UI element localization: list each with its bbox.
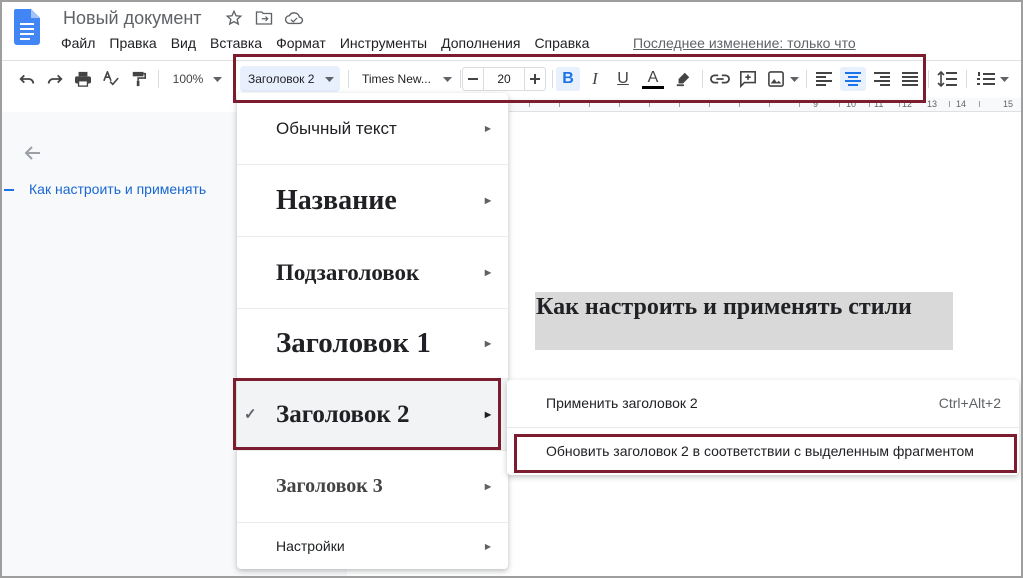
ruler-label: 13 (927, 99, 938, 109)
shortcut-label: Ctrl+Alt+2 (938, 395, 1001, 411)
menu-file[interactable]: Файл (61, 35, 95, 51)
submenu-arrow-icon: ▶ (484, 541, 491, 551)
apply-heading-2-label: Применить заголовок 2 (546, 395, 698, 411)
style-item-label: Название (276, 184, 397, 216)
style-heading-1[interactable]: Заголовок 1 ▶ (237, 309, 508, 379)
submenu-arrow-icon: ▶ (484, 196, 491, 205)
toolbar-highlight-box (233, 54, 926, 103)
style-subtitle[interactable]: Подзаголовок ▶ (237, 237, 508, 309)
line-spacing-icon[interactable] (934, 67, 960, 91)
menu-tools[interactable]: Инструменты (340, 35, 427, 51)
submenu-arrow-icon: ▶ (484, 339, 491, 348)
submenu-arrow-icon: ▶ (484, 124, 491, 133)
style-normal-text[interactable]: Обычный текст ▶ (237, 93, 508, 165)
app-window: Новый документ Файл Правка Вид Вставка Ф… (0, 0, 1023, 578)
style-title[interactable]: Название ▶ (237, 165, 508, 237)
star-icon[interactable] (223, 8, 245, 28)
style-item-label: Настройки (276, 538, 345, 554)
zoom-select[interactable]: 100% (168, 67, 208, 91)
submenu-arrow-icon: ▶ (484, 268, 491, 277)
move-to-folder-icon[interactable] (253, 8, 275, 28)
update-item-highlight-box (514, 434, 1017, 473)
selected-heading-text[interactable]: Как настроить и применять стили (535, 292, 953, 350)
last-edit-link[interactable]: Последнее изменение: только что (633, 35, 856, 51)
back-arrow-icon[interactable] (22, 142, 44, 169)
redo-icon[interactable] (44, 67, 66, 91)
menu-edit[interactable]: Правка (109, 35, 156, 51)
spellcheck-icon[interactable] (100, 67, 122, 91)
ruler-label: 15 (1003, 99, 1014, 109)
menu-help[interactable]: Справка (534, 35, 589, 51)
submenu-arrow-icon: ▶ (484, 482, 491, 491)
numbered-list-icon[interactable] (974, 67, 998, 91)
toolbar-separator (928, 70, 929, 88)
style-item-label: Обычный текст (276, 118, 397, 138)
toolbar-separator (158, 70, 159, 88)
style-item-label: Заголовок 1 (276, 327, 431, 359)
menu-bar: Файл Правка Вид Вставка Формат Инструмен… (61, 35, 603, 51)
undo-icon[interactable] (16, 67, 38, 91)
cloud-saved-icon[interactable] (283, 8, 305, 28)
menu-insert[interactable]: Вставка (210, 35, 262, 51)
ruler-label: 14 (956, 99, 967, 109)
style-heading-3[interactable]: Заголовок 3 ▶ (237, 451, 508, 523)
paint-format-icon[interactable] (128, 67, 150, 91)
paragraph-style-menu: Обычный текст ▶ Название ▶ Подзаголовок … (237, 93, 508, 569)
chevron-down-icon[interactable] (998, 67, 1010, 91)
heading-2-highlight-box (233, 378, 501, 450)
docs-logo-icon[interactable] (14, 9, 40, 45)
outline-item[interactable]: Как настроить и применять (29, 181, 206, 197)
menu-format[interactable]: Формат (276, 35, 326, 51)
menu-view[interactable]: Вид (171, 35, 196, 51)
style-settings[interactable]: Настройки ▶ (237, 523, 508, 569)
style-item-label: Заголовок 3 (276, 475, 383, 497)
outline-marker (4, 189, 14, 191)
print-icon[interactable] (72, 67, 94, 91)
menu-addons[interactable]: Дополнения (441, 35, 520, 51)
toolbar-separator (966, 70, 967, 88)
apply-heading-2-item[interactable]: Применить заголовок 2 Ctrl+Alt+2 (507, 380, 1019, 426)
document-title[interactable]: Новый документ (63, 8, 202, 29)
chevron-down-icon[interactable] (210, 67, 224, 91)
style-item-label: Подзаголовок (276, 259, 420, 285)
